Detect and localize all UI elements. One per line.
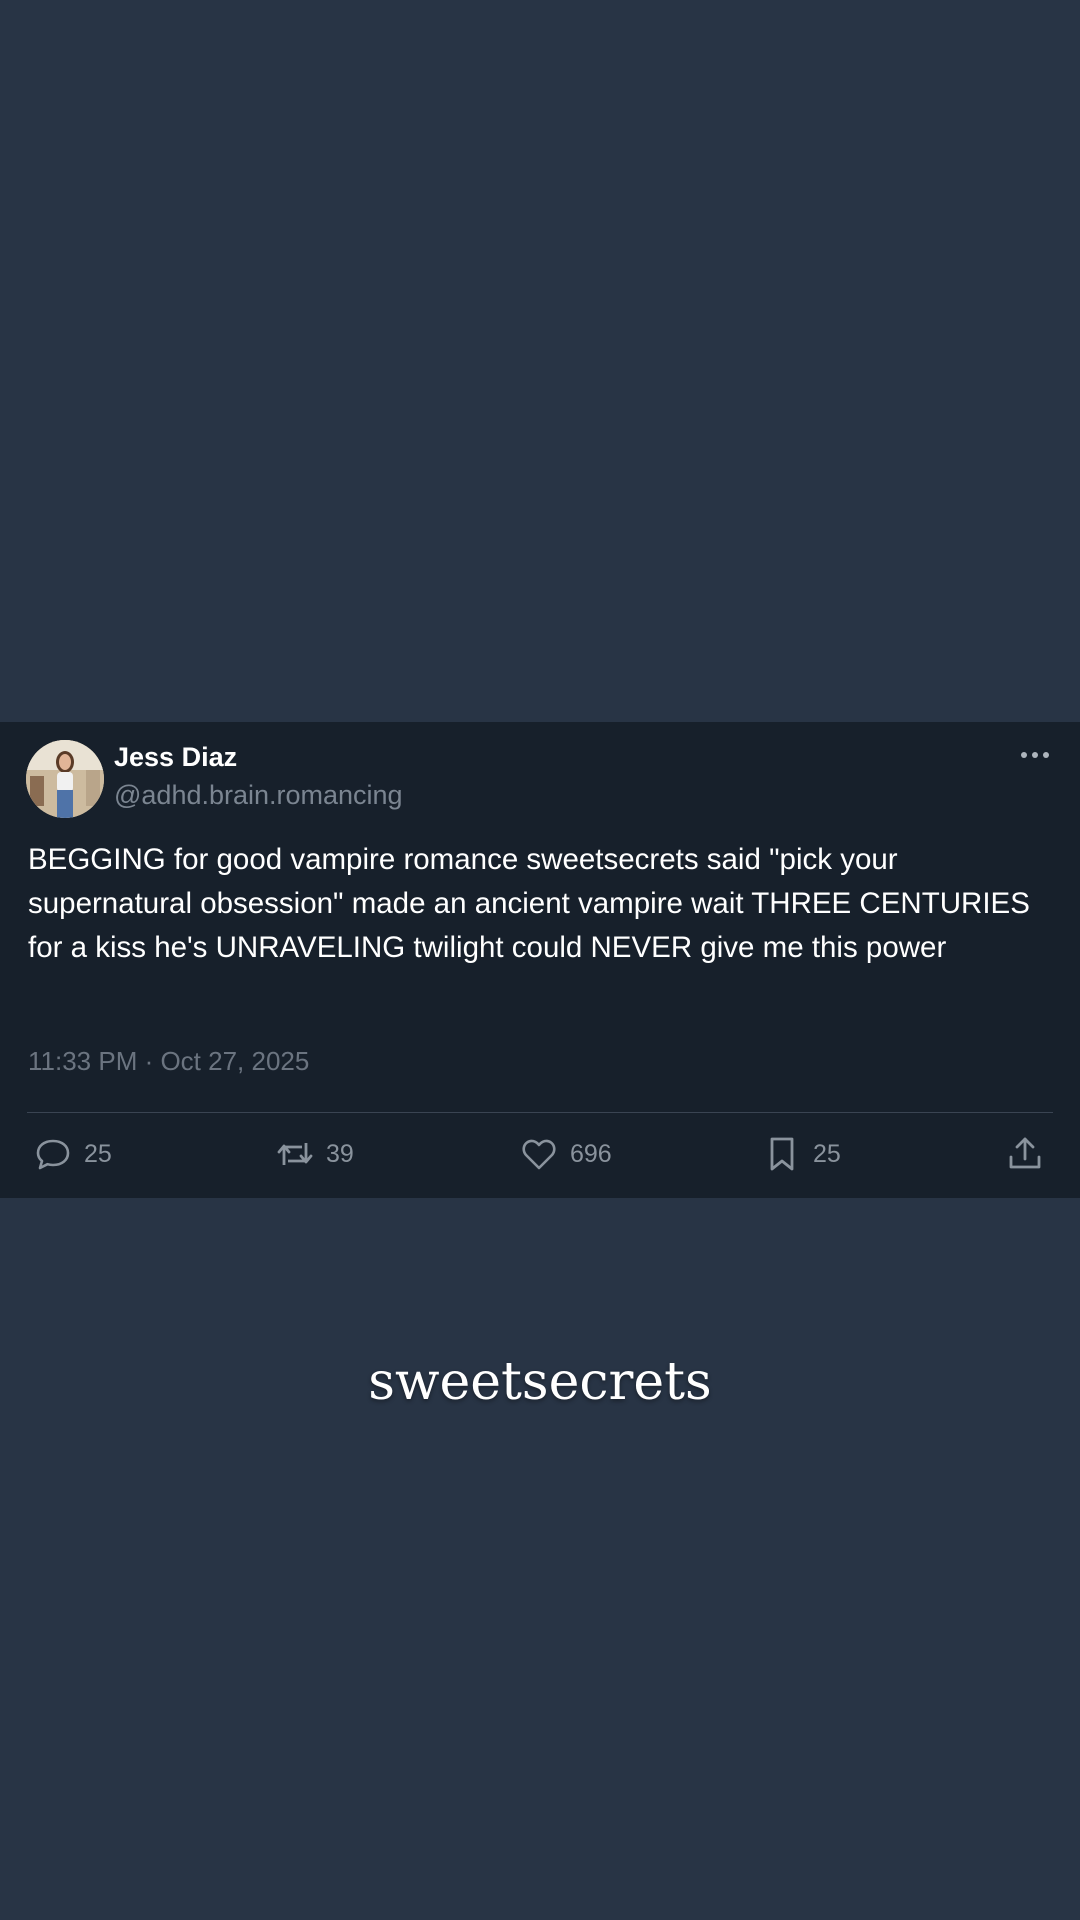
post-timestamp[interactable]: 11:33 PM · Oct 27, 2025 [28,1046,309,1077]
repost-icon [276,1135,314,1173]
divider [27,1112,1053,1113]
post-text: BEGGING for good vampire romance sweetse… [28,843,1030,964]
share-icon [1006,1135,1044,1173]
repost-count: 39 [326,1139,354,1168]
reply-icon [34,1135,72,1173]
post-card: Jess Diaz @adhd.brain.romancing BEGGING … [0,722,1080,1198]
repost-button[interactable]: 39 [276,1134,354,1174]
avatar[interactable] [26,740,104,818]
author-handle[interactable]: @adhd.brain.romancing [114,780,403,811]
bookmark-icon [763,1135,801,1173]
like-count: 696 [570,1139,612,1168]
author-name[interactable]: Jess Diaz [114,742,237,773]
bookmark-count: 25 [813,1139,841,1168]
more-options-icon[interactable] [1020,748,1050,760]
share-button[interactable] [1006,1134,1044,1174]
reply-button[interactable]: 25 [34,1134,112,1174]
like-button[interactable]: 696 [520,1134,612,1174]
heart-icon [520,1135,558,1173]
reply-count: 25 [84,1139,112,1168]
brand-wordmark: sweetsecrets [368,1352,712,1412]
bookmark-button[interactable]: 25 [763,1134,841,1174]
